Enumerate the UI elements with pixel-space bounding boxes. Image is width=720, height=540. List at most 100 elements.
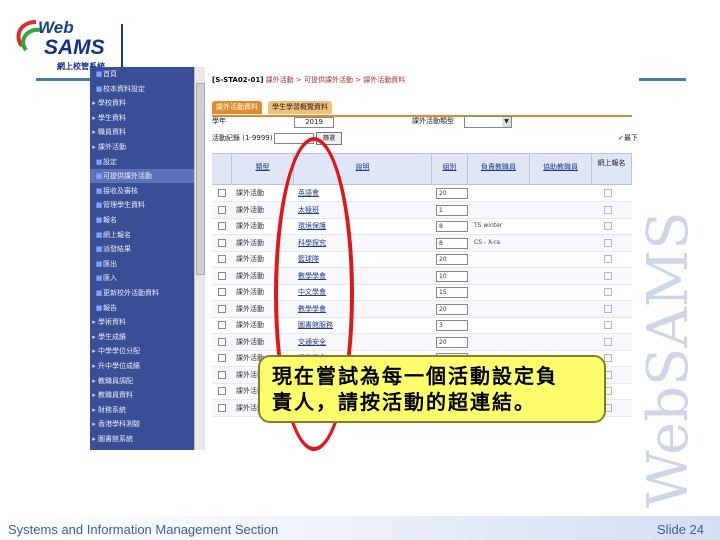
logo-sams-text: SAMS (44, 36, 105, 59)
sidebar-item[interactable]: ▸ 圖書館系統 (90, 432, 194, 446)
filter-label: 活動紀錄 (1-9999) (212, 134, 273, 142)
sidebar-item[interactable]: ▸ 財務系統 (90, 403, 194, 417)
sidebar-item[interactable]: ■匯入 (90, 271, 199, 285)
row-online-checkbox[interactable] (604, 354, 612, 362)
sidebar-item[interactable]: ■更新校外活動資料 (90, 286, 199, 300)
sidebar-item[interactable]: ▸ 教職員資料 (90, 388, 194, 402)
row-group-field[interactable]: 3 (436, 320, 468, 331)
row-online-checkbox[interactable] (604, 304, 612, 313)
row-online-checkbox[interactable] (604, 288, 612, 296)
sidebar-item[interactable]: ■報告 (90, 301, 199, 315)
sidebar-scrollbar[interactable] (194, 67, 205, 450)
row-online-checkbox[interactable] (604, 222, 612, 230)
year-field[interactable]: 2019 (294, 117, 334, 128)
row-category: 課外活動 (236, 288, 264, 296)
row-online-checkbox[interactable] (604, 238, 612, 247)
sidebar-item[interactable]: ■報名 (90, 213, 199, 227)
tab-eca-info[interactable]: 課外活動資料 (212, 101, 262, 114)
header-staff[interactable]: 負責教職員 (468, 154, 530, 184)
row-group-field[interactable]: 1 (436, 204, 468, 216)
row-group-field[interactable]: 10 (436, 270, 468, 282)
row-checkbox[interactable] (218, 337, 226, 346)
sidebar-item[interactable]: ■可提供課外活動 (90, 169, 199, 184)
sidebar-item-label: 職員資料 (98, 128, 126, 137)
row-group-field[interactable]: 20 (436, 303, 468, 315)
sidebar-item-label: 中學學位分配 (98, 347, 140, 356)
sidebar-item[interactable]: ▸ 香港學科測驗 (90, 417, 194, 431)
row-group-field[interactable]: 20 (436, 188, 468, 199)
row-checkbox[interactable] (218, 403, 226, 412)
row-online-checkbox[interactable] (604, 321, 612, 329)
sidebar-item-label: 香港學科測驗 (98, 420, 140, 429)
header-online-signup: 網上報名 (592, 154, 632, 184)
sidebar-item-label: 校本資料設定 (103, 84, 145, 93)
row-category: 課外活動 (236, 321, 264, 329)
header-group[interactable]: 組別 (432, 154, 468, 184)
row-checkbox[interactable] (218, 271, 226, 280)
sidebar-item[interactable]: ▸ 升中學位成績 (90, 359, 194, 373)
row-group-field[interactable]: 8 (436, 221, 468, 232)
row-category: 課外活動 (236, 205, 264, 214)
row-checkbox[interactable] (218, 288, 226, 296)
year-row: 學年 2019 課外活動類型 ▼ (212, 115, 638, 128)
row-checkbox[interactable] (218, 222, 226, 230)
sidebar-item[interactable]: ▸ 職員資料 (90, 125, 194, 139)
bullet-icon: ■ (95, 216, 103, 224)
arrow-right-icon: ▸ (92, 332, 96, 341)
bullet-icon: ■ (95, 230, 103, 239)
row-checkbox[interactable] (218, 354, 226, 362)
sidebar-item[interactable]: ■匯出 (90, 257, 199, 271)
sidebar-item[interactable]: ■校本資料設定 (90, 82, 199, 96)
sidebar-item[interactable]: ■派發結果 (90, 242, 199, 256)
tab-student-profile[interactable]: 學生學習概覽資料 (268, 101, 332, 114)
scrollbar-thumb[interactable] (196, 83, 205, 275)
row-group-field[interactable]: 15 (436, 287, 468, 298)
type-select[interactable]: ▼ (464, 116, 512, 128)
sidebar-item[interactable]: ▸ 學生資料 (90, 111, 194, 125)
row-checkbox[interactable] (218, 370, 226, 379)
row-checkbox[interactable] (218, 238, 226, 247)
row-online-checkbox[interactable] (604, 255, 612, 263)
arrow-right-icon: ▸ (92, 362, 96, 370)
row-checkbox[interactable] (218, 387, 226, 395)
row-staff: TS winter (474, 222, 503, 229)
arrow-right-icon: ▸ (92, 391, 96, 400)
header-category[interactable]: 類型 (232, 154, 294, 184)
bullet-icon: ■ (95, 172, 103, 181)
filter-bottom-check[interactable]: ✓最下 (618, 131, 638, 145)
sidebar-item[interactable]: ■設定 (90, 155, 199, 169)
sidebar-item[interactable]: ■網上報名 (90, 228, 199, 242)
row-online-checkbox[interactable] (604, 189, 612, 197)
breadcrumb-path[interactable]: 課外活動 > 可提供課外活動 > 課外活動資料 (266, 76, 406, 84)
sidebar-item-label: 學術資料 (98, 318, 126, 327)
bullet-icon: ■ (95, 245, 103, 254)
sidebar-item[interactable]: ■首頁 (90, 67, 199, 81)
row-checkbox[interactable] (218, 304, 226, 313)
sidebar-item[interactable]: ▸ 學術資料 (90, 315, 194, 329)
row-group-field[interactable]: 8 (436, 237, 468, 249)
websams-watermark: WebSAMS (636, 211, 701, 509)
row-online-checkbox[interactable] (604, 205, 612, 214)
sidebar-item[interactable]: ▸ 中學學位分配 (90, 344, 194, 358)
sidebar-item[interactable]: ▸ 學生成績 (90, 330, 194, 344)
bullet-icon: ■ (95, 84, 103, 93)
bullet-icon: ■ (95, 259, 103, 268)
row-checkbox[interactable] (218, 205, 226, 214)
sidebar-item[interactable]: ▸ 教職員調配 (90, 374, 194, 388)
row-online-checkbox[interactable] (604, 337, 612, 346)
sidebar-item-label: 學校資料 (98, 99, 126, 108)
row-group-field[interactable]: 20 (436, 336, 468, 348)
header-assist-staff[interactable]: 協助教職員 (530, 154, 592, 184)
sidebar-item[interactable]: ▸ 課外活動 (90, 140, 194, 154)
sidebar-item[interactable]: ■管理學生資料 (90, 198, 199, 212)
row-checkbox[interactable] (218, 189, 226, 197)
sidebar-item-label: 更新校外活動資料 (103, 289, 159, 297)
year-label: 學年 (212, 117, 226, 125)
row-checkbox[interactable] (218, 321, 226, 329)
sidebar-item[interactable]: ■接收及審核 (90, 184, 199, 198)
row-checkbox[interactable] (218, 255, 226, 263)
row-group-field[interactable]: 20 (436, 254, 468, 265)
sidebar-item[interactable]: ▸ 學校資料 (90, 96, 194, 110)
chevron-down-icon: ▼ (502, 117, 511, 127)
row-online-checkbox[interactable] (604, 271, 612, 280)
